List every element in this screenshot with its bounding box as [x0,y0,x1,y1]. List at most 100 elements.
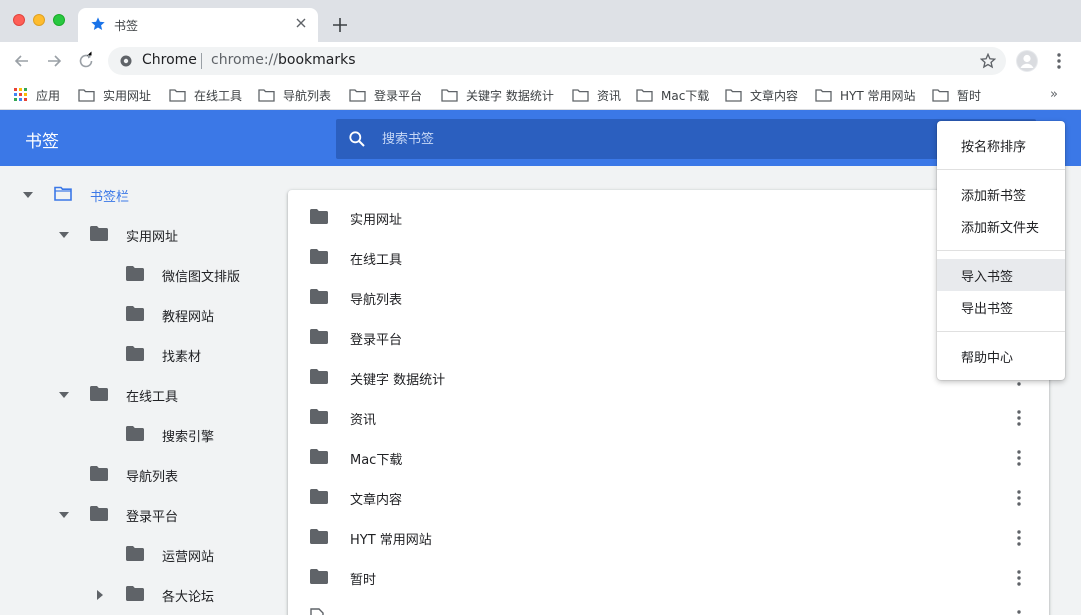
bookmarks-bar-folder[interactable]: 暂时 [932,84,981,106]
more-actions-icon[interactable] [1010,528,1028,548]
tree-item[interactable]: 微信图文排版 [90,255,240,295]
tree-item[interactable]: 搜索引擎 [90,415,214,455]
search-input[interactable] [382,119,882,159]
more-actions-icon[interactable] [1010,448,1028,468]
list-item[interactable]: 关键字 数据统计 [288,358,1049,398]
bookmarks-manager-header: 书签 [0,110,1081,166]
menu-item[interactable]: 导出书签 [937,291,1065,323]
caret-down-icon[interactable] [18,185,38,205]
close-tab-icon[interactable] [294,16,308,30]
bookmarks-bar-folder[interactable]: 关键字 数据统计 [441,84,554,106]
tree-item[interactable]: 各大论坛 [90,575,214,615]
minimize-window-button[interactable] [33,14,45,26]
tree-item-label: 运营网站 [162,549,215,565]
list-item[interactable]: 实用网址 [288,198,1049,238]
list-item[interactable]: Mac下载 [288,438,1049,478]
caret-down-icon[interactable] [54,505,74,525]
bookmarks-bar-folder[interactable]: 文章内容 [725,84,798,106]
folder-icon [126,585,144,601]
bookmarks-bar-apps[interactable]: 应用 [14,84,60,106]
more-actions-icon[interactable] [1010,568,1028,588]
list-item[interactable]: 导航列表 [288,278,1049,318]
profile-avatar[interactable] [1016,50,1038,72]
folder-outline-icon [636,88,653,102]
caret-down-icon[interactable] [54,385,74,405]
menu-item-label: 添加新文件夹 [961,220,1040,236]
folder-icon [310,248,328,264]
more-actions-icon[interactable] [1010,408,1028,428]
tree-item-label: 登录平台 [126,509,179,525]
tree-item[interactable]: 登录平台 [54,495,178,535]
bookmarks-bar-label: 暂时 [957,88,982,103]
list-item[interactable]: 资讯 [288,398,1049,438]
bookmarks-bar-label: 实用网址 [103,88,152,103]
more-actions-icon[interactable] [1010,488,1028,508]
bookmarks-bar-label: Mac下载 [661,88,710,103]
bookmarks-bar-folder[interactable]: Mac下载 [636,84,709,106]
bookmarks-bar-label: 在线工具 [194,88,243,103]
menu-item-label: 按名称排序 [961,139,1027,155]
list-item-label: Mac下载 [350,452,403,468]
folder-icon [310,488,328,504]
list-item[interactable]: 在线工具 [288,238,1049,278]
menu-item[interactable]: 帮助中心 [937,340,1065,372]
caret-down-icon[interactable] [54,225,74,245]
list-item-label: 资讯 [350,412,377,428]
back-icon[interactable] [12,51,32,71]
list-item[interactable] [288,598,1049,615]
fullscreen-window-button[interactable] [53,14,65,26]
tree-item-label: 找素材 [162,349,202,365]
reload-icon[interactable] [76,51,96,71]
folder-icon [310,208,328,224]
bookmarks-bar-overflow[interactable]: » [1050,87,1058,102]
folder-icon [90,505,108,521]
folder-icon [126,425,144,441]
menu-item-label: 导出书签 [961,301,1014,317]
folder-outline-icon [78,88,95,102]
new-tab-icon[interactable] [330,15,350,35]
tree-item-label: 在线工具 [126,389,179,405]
folder-open-icon [54,186,72,201]
omnibox-url[interactable]: chrome://bookmarks [211,52,356,68]
tree-item[interactable]: 在线工具 [54,375,178,415]
caret-right-icon[interactable] [90,585,110,605]
bookmarks-bar-label: 应用 [36,88,61,103]
forward-icon[interactable] [44,51,64,71]
tree-item[interactable]: 运营网站 [90,535,214,575]
tab-bookmarks[interactable]: 书签 [78,8,318,42]
menu-item[interactable]: 按名称排序 [937,129,1065,161]
tree-item[interactable]: 教程网站 [90,295,214,335]
bookmarks-bar-label: 登录平台 [374,88,423,103]
menu-item[interactable]: 导入书签 [937,259,1065,291]
list-item[interactable]: 暂时 [288,558,1049,598]
search-box[interactable] [336,119,1036,159]
menu-item-label: 导入书签 [961,269,1014,285]
menu-item[interactable]: 添加新文件夹 [937,210,1065,242]
more-actions-icon[interactable] [1010,608,1028,615]
bookmark-star-icon[interactable] [980,53,996,69]
list-item[interactable]: 文章内容 [288,478,1049,518]
menu-divider [937,169,1065,170]
bookmarks-bar-folder[interactable]: 登录平台 [349,84,422,106]
star-icon [91,17,105,30]
bookmarks-bar-folder[interactable]: 资讯 [572,84,621,106]
close-window-button[interactable] [13,14,25,26]
tree-item[interactable]: 导航列表 [54,455,178,495]
menu-item[interactable]: 添加新书签 [937,178,1065,210]
more-vertical-icon[interactable] [1051,51,1067,71]
bookmarks-bar-folder[interactable]: HYT 常用网站 [815,84,916,106]
bookmarks-bar-folder[interactable]: 导航列表 [258,84,331,106]
list-item[interactable]: 登录平台 [288,318,1049,358]
tree-item[interactable]: 找素材 [90,335,201,375]
tree-item[interactable]: 实用网址 [54,215,178,255]
tree-item[interactable]: 书签栏 [18,175,129,215]
omnibox[interactable]: Chrome chrome://bookmarks [108,47,1006,75]
bookmarks-bar-folder[interactable]: 实用网址 [78,84,151,106]
list-item[interactable]: HYT 常用网站 [288,518,1049,558]
folder-icon [90,225,108,241]
page-title: 书签 [25,132,59,152]
tree-item-label: 导航列表 [126,469,179,485]
list-item-label: HYT 常用网站 [350,532,432,548]
bookmarks-bar-folder[interactable]: 在线工具 [169,84,242,106]
folder-icon [90,385,108,401]
